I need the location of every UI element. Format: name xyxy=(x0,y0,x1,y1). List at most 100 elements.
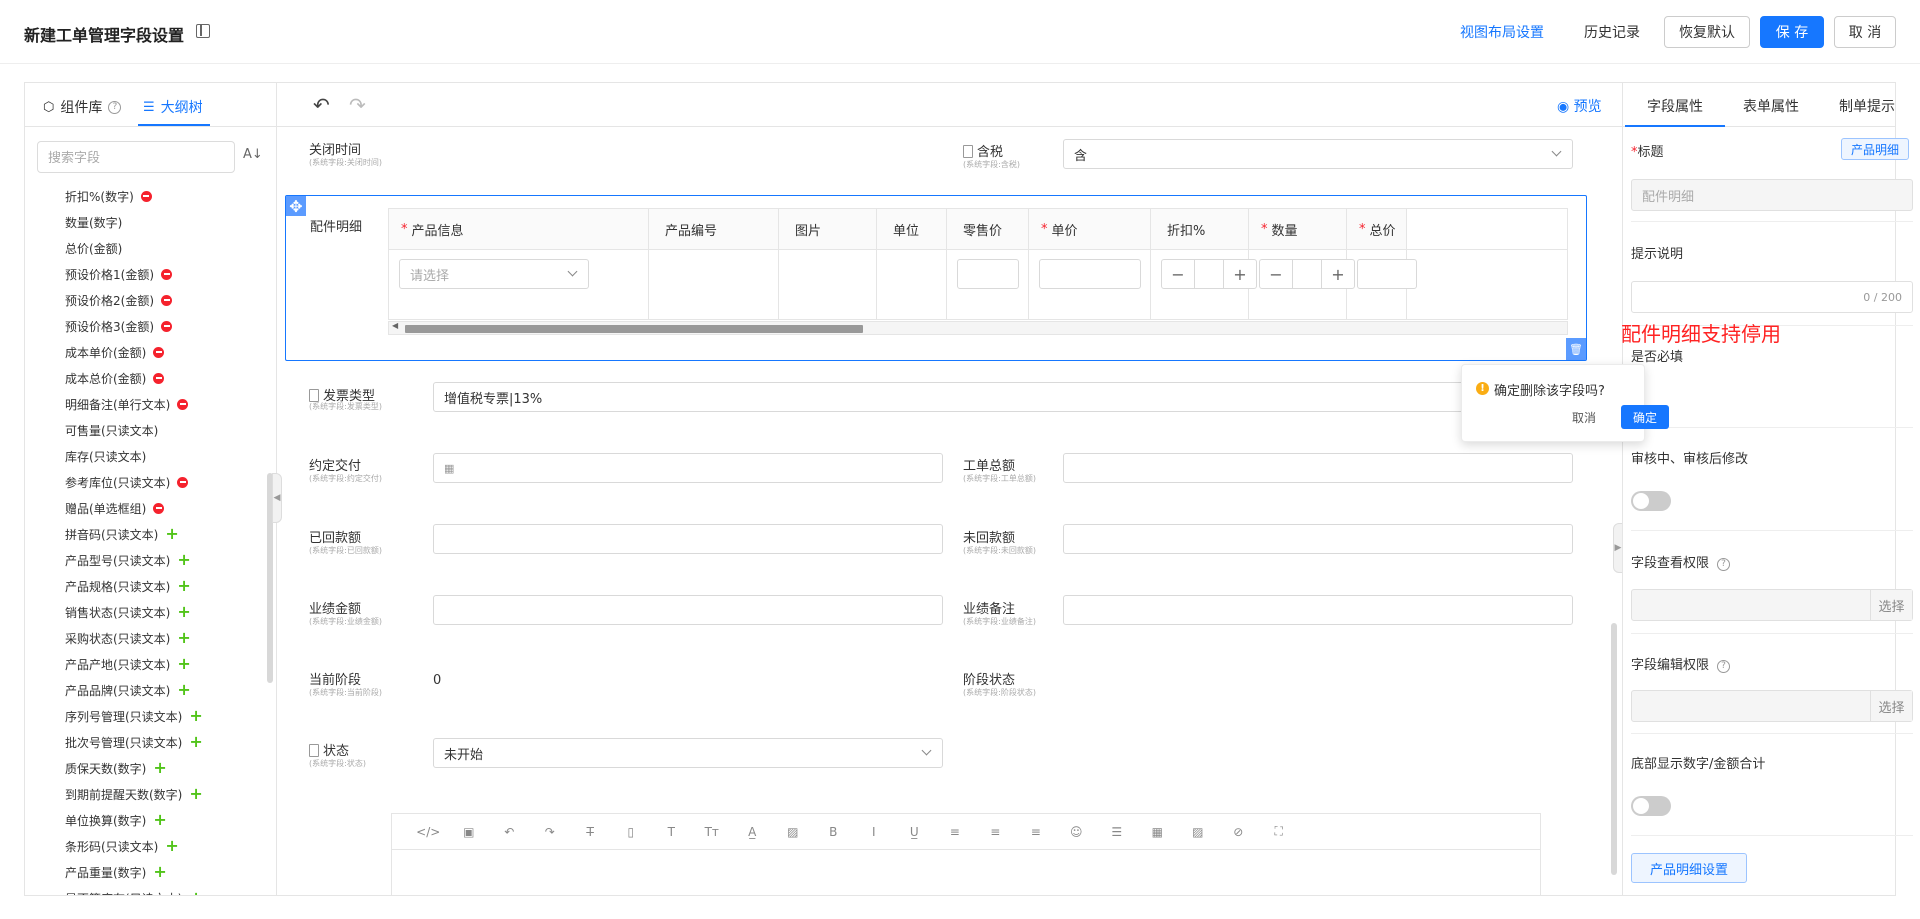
stepper-value[interactable] xyxy=(1292,260,1322,288)
field-list-item[interactable]: 成本单价(金额) xyxy=(25,339,269,365)
field-list-item[interactable]: 单位换算(数字) + xyxy=(25,807,269,833)
move-icon[interactable]: ✥ xyxy=(286,196,306,216)
cancel-button[interactable]: 取 消 xyxy=(1834,16,1896,48)
bottom-sum-toggle[interactable] xyxy=(1631,796,1671,816)
field-list-item[interactable]: 库存(只读文本) xyxy=(25,443,269,469)
scroll-left-icon[interactable]: ◀ xyxy=(392,321,398,330)
field-list-item[interactable]: 明细备注(单行文本) xyxy=(25,391,269,417)
image-icon[interactable]: ▨ xyxy=(1178,825,1219,839)
field-list-item[interactable]: 数量(数字) xyxy=(25,209,269,235)
add-field-icon[interactable]: + xyxy=(177,656,190,672)
attachment-icon[interactable]: ⊘ xyxy=(1218,825,1259,839)
save-button[interactable]: 保 存 xyxy=(1760,16,1824,48)
field-list-item[interactable]: 拼音码(只读文本) + xyxy=(25,521,269,547)
layout-icon[interactable] xyxy=(196,24,210,38)
italic-icon[interactable]: I xyxy=(854,825,895,839)
stepper-value[interactable] xyxy=(1194,260,1224,288)
tab-component-library[interactable]: ⬡ 组件库 ? xyxy=(43,97,122,117)
remove-field-icon[interactable] xyxy=(140,190,152,202)
product-select[interactable]: 请选择 xyxy=(399,259,589,289)
accessory-detail-block[interactable]: ✥ 配件明细 * 产品信息 请选择 产品编号 图片 单位 零售价 * 单价 折扣% − + * 数量 − + *… xyxy=(285,195,1587,361)
field-list-item[interactable]: 预设价格3(金额) xyxy=(25,313,269,339)
font-size-icon[interactable]: Tт xyxy=(692,825,733,839)
status-select[interactable]: 未开始 xyxy=(433,738,943,768)
unreceived-input[interactable] xyxy=(1063,524,1573,554)
add-field-icon[interactable]: + xyxy=(153,864,166,880)
remove-field-icon[interactable] xyxy=(177,398,189,410)
align-right-icon[interactable]: ≡ xyxy=(1016,825,1057,839)
underline-icon[interactable]: U̲ xyxy=(894,825,935,839)
sort-az-icon[interactable]: A↓ xyxy=(243,147,263,162)
tab-order-hint[interactable]: 制单提示 xyxy=(1839,96,1895,116)
add-field-icon[interactable]: + xyxy=(189,786,202,802)
remove-field-icon[interactable] xyxy=(161,320,172,332)
add-field-icon[interactable]: + xyxy=(177,682,190,698)
undo-icon[interactable]: ↶ xyxy=(313,93,330,117)
emoji-icon[interactable]: ☺ xyxy=(1056,825,1097,839)
received-input[interactable] xyxy=(433,524,943,554)
align-center-icon[interactable]: ≡ xyxy=(975,825,1016,839)
tax-select[interactable]: 含 xyxy=(1063,139,1573,169)
add-field-icon[interactable]: + xyxy=(177,578,190,594)
hint-textarea[interactable]: 0 / 200 xyxy=(1631,281,1913,313)
field-list-item[interactable]: 赠品(单选框组) xyxy=(25,495,269,521)
add-field-icon[interactable]: + xyxy=(165,526,178,542)
field-list-item[interactable]: 产品品牌(只读文本) + xyxy=(25,677,269,703)
add-field-icon[interactable]: + xyxy=(177,552,190,568)
add-field-icon[interactable]: + xyxy=(177,630,190,646)
template-icon[interactable]: ▣ xyxy=(449,825,490,839)
add-field-icon[interactable]: + xyxy=(153,812,166,828)
field-list-item[interactable]: 产品重量(数字) + xyxy=(25,859,269,885)
trash-icon[interactable]: 🗑 xyxy=(1566,338,1586,360)
field-list-item[interactable]: 折扣%(数字) xyxy=(25,183,269,209)
field-list-item[interactable]: 产品型号(只读文本) + xyxy=(25,547,269,573)
tab-form-properties[interactable]: 表单属性 xyxy=(1743,96,1799,116)
view-permission-input[interactable]: 选择 xyxy=(1631,589,1913,621)
remove-field-icon[interactable] xyxy=(177,476,189,488)
perf-amount-input[interactable] xyxy=(433,595,943,625)
minus-icon[interactable]: − xyxy=(1162,260,1194,288)
field-list-item[interactable]: 成本总价(金额) xyxy=(25,365,269,391)
remove-field-icon[interactable] xyxy=(153,346,165,358)
remove-field-icon[interactable] xyxy=(153,502,165,514)
align-left-icon[interactable]: ≡ xyxy=(935,825,976,839)
rich-text-editor[interactable]: </> ▣ ↶ ↷ T̶ ▯ T Tт A̲ ▨ B I U̲ ≡ ≡ ≡ ☺ … xyxy=(391,813,1541,895)
edit-permission-choose-button[interactable]: 选择 xyxy=(1870,691,1912,721)
table-number-input[interactable] xyxy=(957,259,1019,289)
undo-icon[interactable]: ↶ xyxy=(489,825,530,839)
field-list-item[interactable]: 采购状态(只读文本) + xyxy=(25,625,269,651)
redo-icon[interactable]: ↷ xyxy=(530,825,571,839)
order-total-input[interactable] xyxy=(1063,453,1573,483)
field-list-item[interactable]: 质保天数(数字) + xyxy=(25,755,269,781)
history-link[interactable]: 历史记录 xyxy=(1584,22,1640,42)
add-field-icon[interactable]: + xyxy=(153,760,166,776)
field-list-item[interactable]: 参考库位(只读文本) xyxy=(25,469,269,495)
add-field-icon[interactable]: + xyxy=(189,708,202,724)
product-detail-settings-button[interactable]: 产品明细设置 xyxy=(1631,853,1747,883)
help-icon[interactable]: ? xyxy=(108,100,122,114)
tab-field-properties[interactable]: 字段属性 xyxy=(1647,96,1703,116)
view-layout-link[interactable]: 视图布局设置 xyxy=(1460,22,1544,42)
horizontal-scrollbar[interactable]: ◀ xyxy=(388,321,1568,335)
field-list-item[interactable]: 产品产地(只读文本) + xyxy=(25,651,269,677)
field-list-item[interactable]: 预设价格2(金额) xyxy=(25,287,269,313)
perf-note-input[interactable] xyxy=(1063,595,1573,625)
quantity-stepper[interactable]: − + xyxy=(1259,259,1355,289)
redo-icon[interactable]: ↷ xyxy=(349,93,366,117)
code-icon[interactable]: </> xyxy=(408,825,449,839)
remove-field-icon[interactable] xyxy=(161,294,172,306)
list-icon[interactable]: ☰ xyxy=(1097,825,1138,839)
field-list-item[interactable]: 销售状态(只读文本) + xyxy=(25,599,269,625)
help-icon[interactable]: ? xyxy=(1717,557,1731,571)
table-number-input[interactable] xyxy=(1357,259,1417,289)
confirm-cancel-button[interactable]: 取消 xyxy=(1572,409,1596,426)
quantity-stepper[interactable]: − + xyxy=(1161,259,1257,289)
table-number-input[interactable] xyxy=(1039,259,1141,289)
scroll-thumb[interactable] xyxy=(405,325,863,333)
field-list-item[interactable]: 可售量(只读文本) xyxy=(25,417,269,443)
field-list-item[interactable]: 总价(金额) xyxy=(25,235,269,261)
field-list-item[interactable]: 条形码(只读文本) + xyxy=(25,833,269,859)
text-icon[interactable]: T xyxy=(651,825,692,839)
field-list-item[interactable]: 到期前提醒天数(数字) + xyxy=(25,781,269,807)
background-color-icon[interactable]: ▨ xyxy=(773,825,814,839)
